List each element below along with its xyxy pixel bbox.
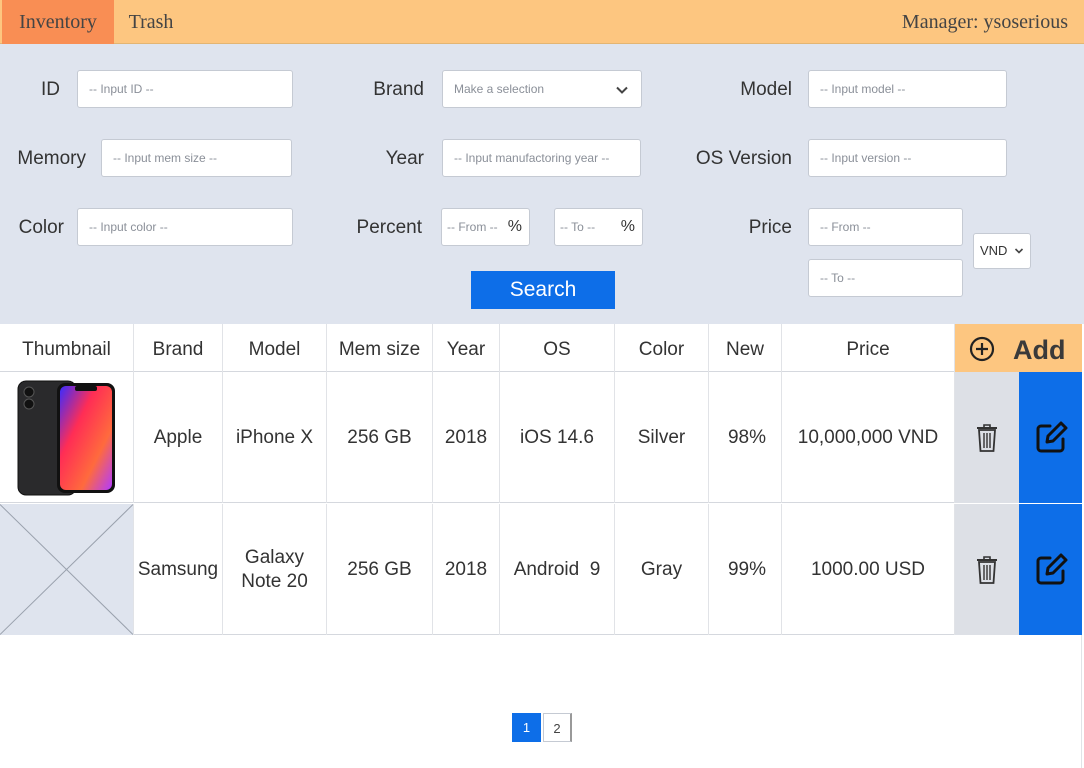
brand-label: Brand <box>373 79 424 100</box>
header-brand: Brand <box>134 324 223 372</box>
percent-from-unit: % <box>507 218 522 235</box>
header-mem-size: Mem size <box>327 324 433 372</box>
currency-value: VND <box>980 243 1008 258</box>
thumbnail-cell <box>0 504 134 635</box>
color-input[interactable]: -- Input color -- <box>77 208 293 246</box>
cell-brand: Apple <box>134 372 223 503</box>
page-2-button[interactable]: 2 <box>543 713 572 742</box>
cell-os: Android 9 <box>500 504 615 635</box>
brand-select[interactable]: Make a selection <box>442 70 642 108</box>
price-to-input[interactable]: -- To -- <box>808 259 963 297</box>
top-nav: Inventory Trash Manager: ysoserious <box>0 0 1084 44</box>
phone-image <box>17 380 115 495</box>
cell-model: Galaxy Note 20 <box>223 504 327 635</box>
header-os: OS <box>500 324 615 372</box>
brand-select-value: Make a selection <box>454 82 545 96</box>
cell-new: 98% <box>709 372 782 503</box>
percent-to-placeholder: -- To -- <box>560 220 596 234</box>
chevron-down-icon <box>616 86 628 94</box>
manager-label: Manager: ysoserious <box>901 11 1068 33</box>
percent-label: Percent <box>356 217 422 238</box>
delete-button[interactable] <box>955 372 1019 503</box>
percent-to-unit: % <box>620 218 635 235</box>
cell-brand: Samsung <box>134 504 223 635</box>
tab-trash[interactable]: Trash <box>114 0 188 44</box>
placeholder-image <box>0 504 133 635</box>
model-label: Model <box>740 79 792 100</box>
add-button-label: Add <box>1013 335 1066 365</box>
header-color: Color <box>615 324 709 372</box>
table-row: Samsung Galaxy Note 20 256 GB 2018 Andro… <box>0 504 955 635</box>
cell-year: 2018 <box>433 372 500 503</box>
cell-mem-size: 256 GB <box>327 504 433 635</box>
header-model: Model <box>223 324 327 372</box>
delete-button[interactable] <box>955 504 1019 635</box>
currency-select[interactable]: VND <box>973 233 1031 269</box>
header-price: Price <box>782 324 955 372</box>
price-from-input[interactable]: -- From -- <box>808 208 963 246</box>
percent-from-input[interactable]: -- From -- % <box>441 208 530 246</box>
add-button[interactable]: Add <box>955 324 1082 372</box>
tab-inventory[interactable]: Inventory <box>2 0 114 44</box>
header-new: New <box>709 324 782 372</box>
table-header: Thumbnail Brand Model Mem size Year OS C… <box>0 324 955 372</box>
cell-year: 2018 <box>433 504 500 635</box>
color-label: Color <box>18 217 64 238</box>
id-label: ID <box>41 79 60 100</box>
price-label: Price <box>748 217 792 238</box>
header-year: Year <box>433 324 500 372</box>
cell-color: Silver <box>615 372 709 503</box>
cell-model: iPhone X <box>223 372 327 503</box>
os-version-label: OS Version <box>695 148 792 169</box>
edit-button[interactable] <box>1019 372 1082 503</box>
search-button[interactable]: Search <box>471 271 615 309</box>
cell-price: 1000.00 USD <box>782 504 955 635</box>
year-input[interactable]: -- Input manufactoring year -- <box>442 139 641 177</box>
edit-icon <box>1036 553 1067 584</box>
cell-price: 10,000,000 VND <box>782 372 955 503</box>
page-1-button[interactable]: 1 <box>512 713 541 742</box>
table-row: Apple iPhone X 256 GB 2018 iOS 14.6 Silv… <box>0 372 955 503</box>
cell-os: iOS 14.6 <box>500 372 615 503</box>
cell-mem-size: 256 GB <box>327 372 433 503</box>
edit-button[interactable] <box>1019 504 1082 635</box>
os-version-input[interactable]: -- Input version -- <box>808 139 1007 177</box>
table-footer <box>0 635 1082 768</box>
chevron-down-icon <box>1014 248 1024 254</box>
memory-input[interactable]: -- Input mem size -- <box>101 139 292 177</box>
trash-icon <box>977 423 997 452</box>
trash-icon <box>977 555 997 584</box>
header-thumbnail: Thumbnail <box>0 324 134 372</box>
edit-icon <box>1036 421 1067 452</box>
plus-circle-icon <box>969 336 995 362</box>
thumbnail-cell <box>0 372 134 503</box>
cell-new: 99% <box>709 504 782 635</box>
percent-to-input[interactable]: -- To -- % <box>554 208 643 246</box>
model-input[interactable]: -- Input model -- <box>808 70 1007 108</box>
year-label: Year <box>385 148 424 169</box>
percent-from-placeholder: -- From -- <box>447 220 498 234</box>
memory-label: Memory <box>17 148 86 169</box>
id-input[interactable]: -- Input ID -- <box>77 70 293 108</box>
cell-color: Gray <box>615 504 709 635</box>
